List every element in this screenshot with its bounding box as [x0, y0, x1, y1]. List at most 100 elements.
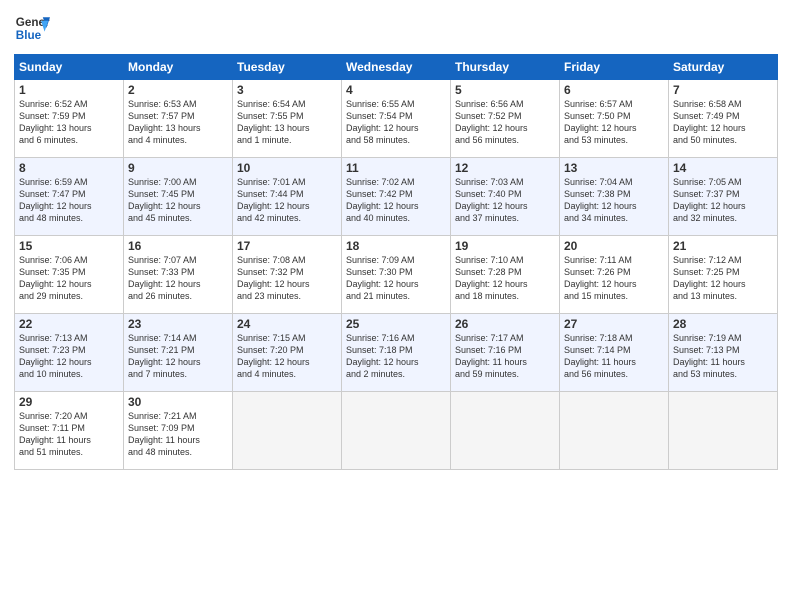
- weekday-header-saturday: Saturday: [669, 55, 778, 80]
- calendar-cell: 6Sunrise: 6:57 AMSunset: 7:50 PMDaylight…: [560, 80, 669, 158]
- logo-icon: General Blue: [14, 10, 50, 46]
- calendar-cell: 7Sunrise: 6:58 AMSunset: 7:49 PMDaylight…: [669, 80, 778, 158]
- calendar-week-4: 22Sunrise: 7:13 AMSunset: 7:23 PMDayligh…: [15, 314, 778, 392]
- cell-text: Sunrise: 7:21 AMSunset: 7:09 PMDaylight:…: [128, 410, 228, 459]
- cell-text: Sunrise: 6:55 AMSunset: 7:54 PMDaylight:…: [346, 98, 446, 147]
- day-number: 14: [673, 161, 773, 175]
- calendar-cell: 15Sunrise: 7:06 AMSunset: 7:35 PMDayligh…: [15, 236, 124, 314]
- calendar-cell: 1Sunrise: 6:52 AMSunset: 7:59 PMDaylight…: [15, 80, 124, 158]
- day-number: 5: [455, 83, 555, 97]
- day-number: 6: [564, 83, 664, 97]
- cell-text: Sunrise: 7:12 AMSunset: 7:25 PMDaylight:…: [673, 254, 773, 303]
- main-container: General Blue SundayMondayTuesdayWednesda…: [0, 0, 792, 480]
- calendar-cell: 21Sunrise: 7:12 AMSunset: 7:25 PMDayligh…: [669, 236, 778, 314]
- cell-text: Sunrise: 7:06 AMSunset: 7:35 PMDaylight:…: [19, 254, 119, 303]
- cell-text: Sunrise: 6:54 AMSunset: 7:55 PMDaylight:…: [237, 98, 337, 147]
- cell-text: Sunrise: 7:18 AMSunset: 7:14 PMDaylight:…: [564, 332, 664, 381]
- calendar-week-2: 8Sunrise: 6:59 AMSunset: 7:47 PMDaylight…: [15, 158, 778, 236]
- calendar-cell: 4Sunrise: 6:55 AMSunset: 7:54 PMDaylight…: [342, 80, 451, 158]
- weekday-header-tuesday: Tuesday: [233, 55, 342, 80]
- calendar-cell: 27Sunrise: 7:18 AMSunset: 7:14 PMDayligh…: [560, 314, 669, 392]
- day-number: 29: [19, 395, 119, 409]
- day-number: 12: [455, 161, 555, 175]
- day-number: 9: [128, 161, 228, 175]
- cell-text: Sunrise: 6:53 AMSunset: 7:57 PMDaylight:…: [128, 98, 228, 147]
- cell-text: Sunrise: 6:57 AMSunset: 7:50 PMDaylight:…: [564, 98, 664, 147]
- day-number: 24: [237, 317, 337, 331]
- cell-text: Sunrise: 6:59 AMSunset: 7:47 PMDaylight:…: [19, 176, 119, 225]
- calendar-week-3: 15Sunrise: 7:06 AMSunset: 7:35 PMDayligh…: [15, 236, 778, 314]
- calendar-cell: [451, 392, 560, 470]
- calendar-table: SundayMondayTuesdayWednesdayThursdayFrid…: [14, 54, 778, 470]
- day-number: 17: [237, 239, 337, 253]
- cell-text: Sunrise: 6:52 AMSunset: 7:59 PMDaylight:…: [19, 98, 119, 147]
- calendar-cell: [342, 392, 451, 470]
- calendar-cell: 22Sunrise: 7:13 AMSunset: 7:23 PMDayligh…: [15, 314, 124, 392]
- cell-text: Sunrise: 7:08 AMSunset: 7:32 PMDaylight:…: [237, 254, 337, 303]
- calendar-body: 1Sunrise: 6:52 AMSunset: 7:59 PMDaylight…: [15, 80, 778, 470]
- cell-text: Sunrise: 7:13 AMSunset: 7:23 PMDaylight:…: [19, 332, 119, 381]
- weekday-header-thursday: Thursday: [451, 55, 560, 80]
- cell-text: Sunrise: 7:19 AMSunset: 7:13 PMDaylight:…: [673, 332, 773, 381]
- weekday-header-wednesday: Wednesday: [342, 55, 451, 80]
- calendar-cell: 3Sunrise: 6:54 AMSunset: 7:55 PMDaylight…: [233, 80, 342, 158]
- day-number: 21: [673, 239, 773, 253]
- calendar-cell: 8Sunrise: 6:59 AMSunset: 7:47 PMDaylight…: [15, 158, 124, 236]
- calendar-cell: 14Sunrise: 7:05 AMSunset: 7:37 PMDayligh…: [669, 158, 778, 236]
- cell-text: Sunrise: 7:11 AMSunset: 7:26 PMDaylight:…: [564, 254, 664, 303]
- cell-text: Sunrise: 7:17 AMSunset: 7:16 PMDaylight:…: [455, 332, 555, 381]
- cell-text: Sunrise: 7:04 AMSunset: 7:38 PMDaylight:…: [564, 176, 664, 225]
- calendar-week-1: 1Sunrise: 6:52 AMSunset: 7:59 PMDaylight…: [15, 80, 778, 158]
- calendar-header-row: SundayMondayTuesdayWednesdayThursdayFrid…: [15, 55, 778, 80]
- day-number: 18: [346, 239, 446, 253]
- calendar-cell: 2Sunrise: 6:53 AMSunset: 7:57 PMDaylight…: [124, 80, 233, 158]
- cell-text: Sunrise: 7:09 AMSunset: 7:30 PMDaylight:…: [346, 254, 446, 303]
- cell-text: Sunrise: 6:58 AMSunset: 7:49 PMDaylight:…: [673, 98, 773, 147]
- calendar-cell: 26Sunrise: 7:17 AMSunset: 7:16 PMDayligh…: [451, 314, 560, 392]
- day-number: 2: [128, 83, 228, 97]
- day-number: 25: [346, 317, 446, 331]
- day-number: 3: [237, 83, 337, 97]
- day-number: 19: [455, 239, 555, 253]
- day-number: 30: [128, 395, 228, 409]
- calendar-cell: 17Sunrise: 7:08 AMSunset: 7:32 PMDayligh…: [233, 236, 342, 314]
- day-number: 7: [673, 83, 773, 97]
- cell-text: Sunrise: 7:16 AMSunset: 7:18 PMDaylight:…: [346, 332, 446, 381]
- day-number: 26: [455, 317, 555, 331]
- cell-text: Sunrise: 7:07 AMSunset: 7:33 PMDaylight:…: [128, 254, 228, 303]
- day-number: 10: [237, 161, 337, 175]
- cell-text: Sunrise: 7:14 AMSunset: 7:21 PMDaylight:…: [128, 332, 228, 381]
- calendar-cell: [560, 392, 669, 470]
- day-number: 13: [564, 161, 664, 175]
- calendar-cell: 23Sunrise: 7:14 AMSunset: 7:21 PMDayligh…: [124, 314, 233, 392]
- svg-text:Blue: Blue: [16, 29, 42, 42]
- weekday-header-monday: Monday: [124, 55, 233, 80]
- cell-text: Sunrise: 6:56 AMSunset: 7:52 PMDaylight:…: [455, 98, 555, 147]
- calendar-cell: 9Sunrise: 7:00 AMSunset: 7:45 PMDaylight…: [124, 158, 233, 236]
- weekday-header-sunday: Sunday: [15, 55, 124, 80]
- day-number: 1: [19, 83, 119, 97]
- day-number: 15: [19, 239, 119, 253]
- cell-text: Sunrise: 7:05 AMSunset: 7:37 PMDaylight:…: [673, 176, 773, 225]
- calendar-cell: 18Sunrise: 7:09 AMSunset: 7:30 PMDayligh…: [342, 236, 451, 314]
- calendar-cell: 11Sunrise: 7:02 AMSunset: 7:42 PMDayligh…: [342, 158, 451, 236]
- day-number: 28: [673, 317, 773, 331]
- day-number: 16: [128, 239, 228, 253]
- calendar-cell: [669, 392, 778, 470]
- calendar-cell: 5Sunrise: 6:56 AMSunset: 7:52 PMDaylight…: [451, 80, 560, 158]
- day-number: 11: [346, 161, 446, 175]
- day-number: 22: [19, 317, 119, 331]
- day-number: 23: [128, 317, 228, 331]
- calendar-cell: 16Sunrise: 7:07 AMSunset: 7:33 PMDayligh…: [124, 236, 233, 314]
- calendar-cell: 10Sunrise: 7:01 AMSunset: 7:44 PMDayligh…: [233, 158, 342, 236]
- calendar-cell: 29Sunrise: 7:20 AMSunset: 7:11 PMDayligh…: [15, 392, 124, 470]
- cell-text: Sunrise: 7:02 AMSunset: 7:42 PMDaylight:…: [346, 176, 446, 225]
- calendar-week-5: 29Sunrise: 7:20 AMSunset: 7:11 PMDayligh…: [15, 392, 778, 470]
- weekday-header-friday: Friday: [560, 55, 669, 80]
- day-number: 4: [346, 83, 446, 97]
- calendar-cell: [233, 392, 342, 470]
- calendar-cell: 20Sunrise: 7:11 AMSunset: 7:26 PMDayligh…: [560, 236, 669, 314]
- calendar-cell: 25Sunrise: 7:16 AMSunset: 7:18 PMDayligh…: [342, 314, 451, 392]
- calendar-cell: 24Sunrise: 7:15 AMSunset: 7:20 PMDayligh…: [233, 314, 342, 392]
- cell-text: Sunrise: 7:15 AMSunset: 7:20 PMDaylight:…: [237, 332, 337, 381]
